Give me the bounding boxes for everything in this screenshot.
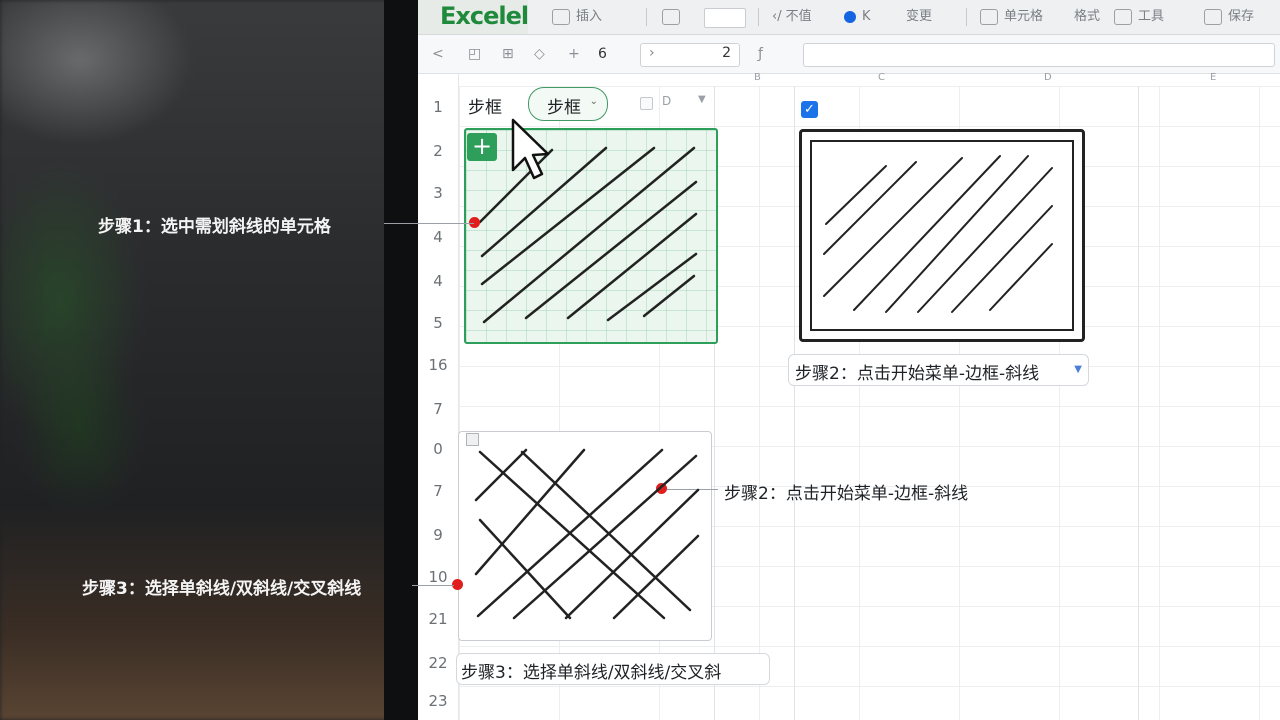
diagonal-lines-layer — [474, 118, 1053, 620]
spreadsheet-window: Excelel 插入 ‹/不值 K 变更 单元格 格式 工具 保存 < ◰ ⊞ … — [418, 0, 1280, 720]
step1-annotation: 步骤1：选中需划斜线的单元格 — [98, 217, 331, 237]
cross-diagonal-lines — [474, 448, 700, 620]
monitor-bezel — [384, 0, 420, 720]
single-diagonal-lines — [478, 146, 698, 324]
mouse-cursor-icon — [511, 118, 550, 180]
frame-diagonal-lines — [823, 155, 1053, 313]
leader-line — [384, 223, 474, 224]
step3-annotation: 步骤3：选择单斜线/双斜线/交叉斜线 — [82, 579, 362, 599]
blurred-background — [0, 0, 420, 720]
leader-line — [412, 585, 454, 586]
